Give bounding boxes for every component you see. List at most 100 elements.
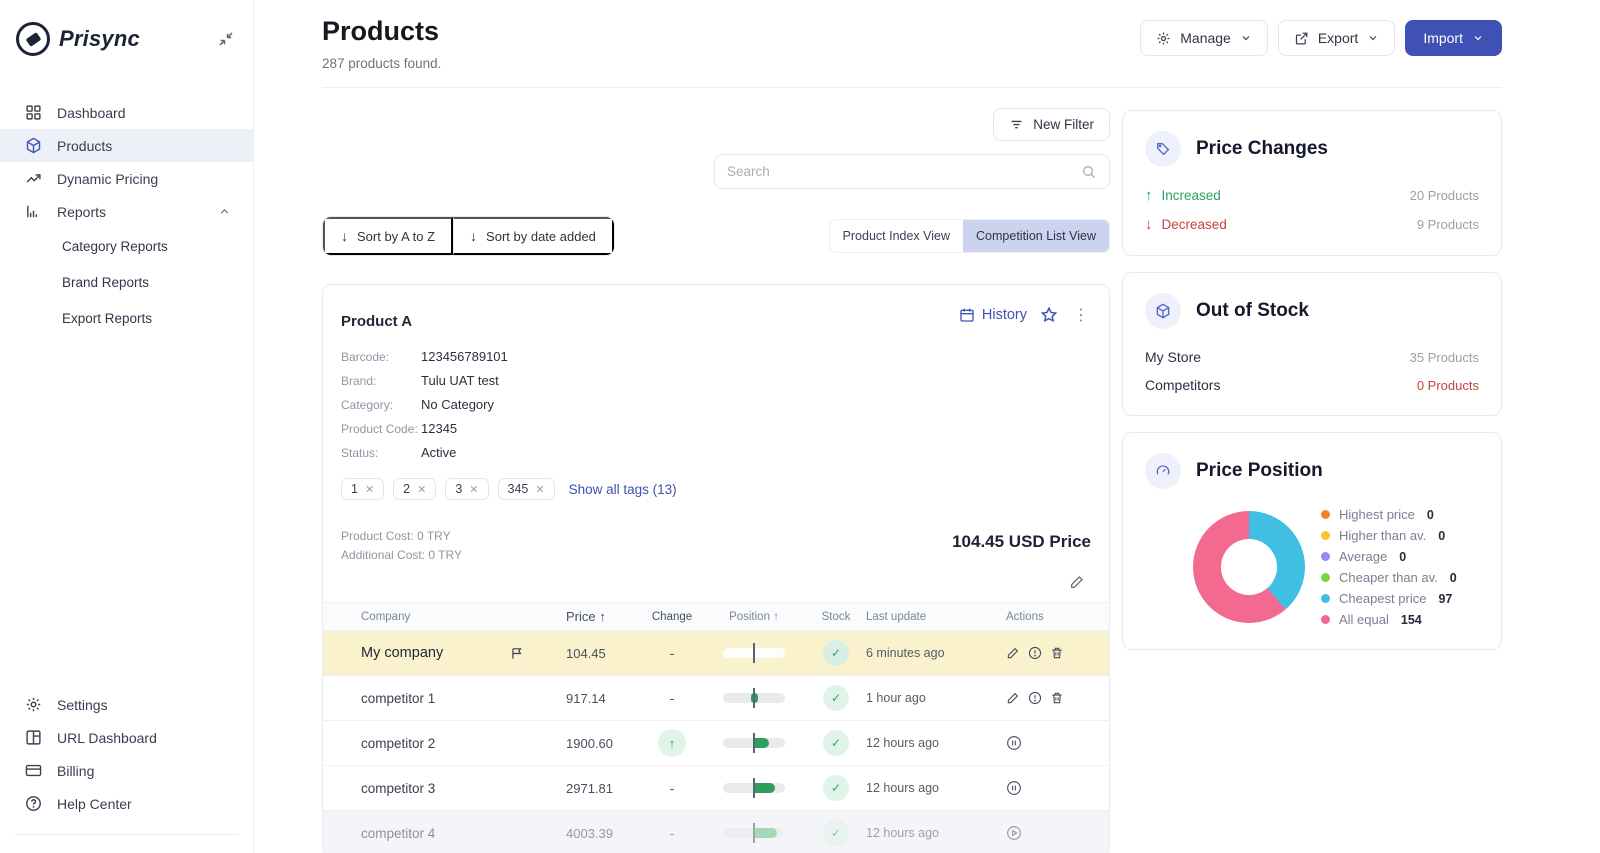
sort-asc-icon: ↑ [773, 611, 779, 623]
in-stock-check-icon: ✓ [823, 775, 849, 801]
change-value: - [642, 826, 702, 841]
table-row-competitor-2: competitor 2 1900.60 ↑ ✓ 12 hours ago [323, 721, 1109, 766]
manage-button[interactable]: Manage [1140, 20, 1268, 56]
sidebar-divider [14, 834, 239, 835]
remove-tag-icon[interactable]: ✕ [365, 483, 374, 496]
tag-chip[interactable]: 345✕ [498, 478, 555, 500]
trash-icon[interactable] [1050, 646, 1064, 660]
sidebar-item-category-reports[interactable]: Category Reports [0, 228, 253, 264]
edit-icon[interactable] [1006, 691, 1020, 705]
sidebar: Prisync Dashboard Products [0, 0, 254, 853]
legend-dot [1321, 552, 1330, 561]
product-code-value: 12345 [421, 421, 457, 436]
brand-value: Tulu UAT test [421, 373, 499, 388]
edit-price-icon[interactable] [1069, 574, 1085, 590]
remove-tag-icon[interactable]: ✕ [417, 483, 426, 496]
last-update: 6 minutes ago [866, 646, 1006, 660]
field-label: Category: [341, 398, 421, 412]
bar-chart-icon [24, 203, 42, 221]
my-store-row: My Store 35 Products [1145, 349, 1479, 365]
favorite-star-icon[interactable] [1040, 306, 1058, 324]
new-filter-button[interactable]: New Filter [993, 108, 1110, 141]
tag-chip[interactable]: 3✕ [445, 478, 488, 500]
sort-az-button[interactable]: ↓ Sort by A to Z [323, 217, 453, 255]
sort-date-button[interactable]: ↓ Sort by date added [453, 217, 614, 255]
card-title: Out of Stock [1196, 300, 1309, 322]
edit-icon[interactable] [1006, 646, 1020, 660]
position-indicator [723, 738, 785, 748]
filter-icon [1009, 117, 1024, 132]
company-name: competitor 3 [323, 781, 566, 796]
competition-table: Company Price ↑ Change Position ↑ Stock … [323, 602, 1109, 853]
legend-dot [1321, 594, 1330, 603]
tag-chip[interactable]: 1✕ [341, 478, 384, 500]
col-actions: Actions [1006, 611, 1109, 623]
tag-chip[interactable]: 2✕ [393, 478, 436, 500]
sort-row: ↓ Sort by A to Z ↓ Sort by date added Pr… [322, 216, 1110, 256]
chevron-down-icon [1367, 32, 1379, 44]
price-value: 4003.39 [566, 826, 642, 841]
tab-competition-list-view[interactable]: Competition List View [963, 220, 1109, 252]
col-change: Change [642, 611, 702, 623]
export-icon [1294, 31, 1309, 46]
sidebar-item-label: Help Center [57, 796, 132, 812]
sidebar-item-dashboard[interactable]: Dashboard [0, 96, 253, 129]
field-label: Barcode: [341, 350, 421, 364]
sidebar-collapse-icon[interactable] [217, 30, 235, 48]
tag-icon [1145, 131, 1181, 167]
sidebar-item-settings[interactable]: Settings [0, 688, 253, 721]
pause-circle-icon[interactable] [1006, 780, 1022, 796]
search-icon[interactable] [1081, 164, 1097, 180]
table-header: Company Price ↑ Change Position ↑ Stock … [323, 602, 1109, 631]
sidebar-item-export-reports[interactable]: Export Reports [0, 300, 253, 336]
col-price[interactable]: Price ↑ [566, 609, 642, 624]
sidebar-item-products[interactable]: Products [0, 129, 253, 162]
sidebar-nav: Dashboard Products Dynamic Pricing Repor… [0, 96, 253, 688]
remove-tag-icon[interactable]: ✕ [535, 483, 544, 496]
change-value: - [642, 691, 702, 706]
out-of-stock-card: Out of Stock My Store 35 Products Compet… [1122, 272, 1502, 416]
last-update: 12 hours ago [866, 781, 1006, 795]
app-root: Prisync Dashboard Products [0, 0, 1600, 853]
my-store-count: 35 Products [1410, 350, 1479, 365]
history-button[interactable]: History [959, 307, 1027, 323]
col-stock: Stock [806, 611, 866, 623]
trash-icon[interactable] [1050, 691, 1064, 705]
kebab-menu-icon[interactable]: ⋮ [1071, 305, 1091, 325]
import-button[interactable]: Import [1405, 20, 1502, 56]
alert-circle-icon[interactable] [1028, 691, 1042, 705]
arrow-down-icon: ↓ [1145, 216, 1153, 233]
competitors-row: Competitors 0 Products [1145, 377, 1479, 393]
gear-icon [1156, 31, 1171, 46]
card-title: Price Changes [1196, 138, 1328, 160]
sidebar-item-billing[interactable]: Billing [0, 754, 253, 787]
legend-dot [1321, 573, 1330, 582]
sidebar-item-url-dashboard[interactable]: URL Dashboard [0, 721, 253, 754]
sidebar-item-help-center[interactable]: Help Center [0, 787, 253, 820]
pause-circle-icon[interactable] [1006, 735, 1022, 751]
header-actions: Manage Export Import [1140, 20, 1502, 56]
show-all-tags-link[interactable]: Show all tags (13) [569, 482, 677, 497]
decreased-count: 9 Products [1417, 217, 1479, 232]
view-toggle: Product Index View Competition List View [829, 219, 1110, 253]
sidebar-item-reports[interactable]: Reports [0, 195, 253, 228]
price-increase-icon: ↑ [658, 729, 686, 757]
play-circle-icon[interactable] [1006, 825, 1022, 841]
flag-icon[interactable] [510, 646, 524, 661]
tab-product-index-view[interactable]: Product Index View [830, 220, 963, 252]
cube-icon [24, 137, 42, 155]
product-fields: Barcode:123456789101 Brand:Tulu UAT test… [323, 330, 1109, 460]
sidebar-item-brand-reports[interactable]: Brand Reports [0, 264, 253, 300]
remove-tag-icon[interactable]: ✕ [469, 483, 478, 496]
sidebar-item-dynamic-pricing[interactable]: Dynamic Pricing [0, 162, 253, 195]
export-button[interactable]: Export [1278, 20, 1395, 56]
alert-circle-icon[interactable] [1028, 646, 1042, 660]
page-title: Products [322, 16, 441, 47]
credit-card-icon [24, 762, 42, 780]
table-row-competitor-4: competitor 4 4003.39 - ✓ 12 hours ago [323, 811, 1109, 853]
col-position[interactable]: Position ↑ [702, 611, 806, 623]
dashboard-grid-icon [24, 104, 42, 122]
col-last-update: Last update [866, 611, 1006, 623]
search-input[interactable] [727, 164, 1081, 179]
change-value: - [642, 646, 702, 661]
